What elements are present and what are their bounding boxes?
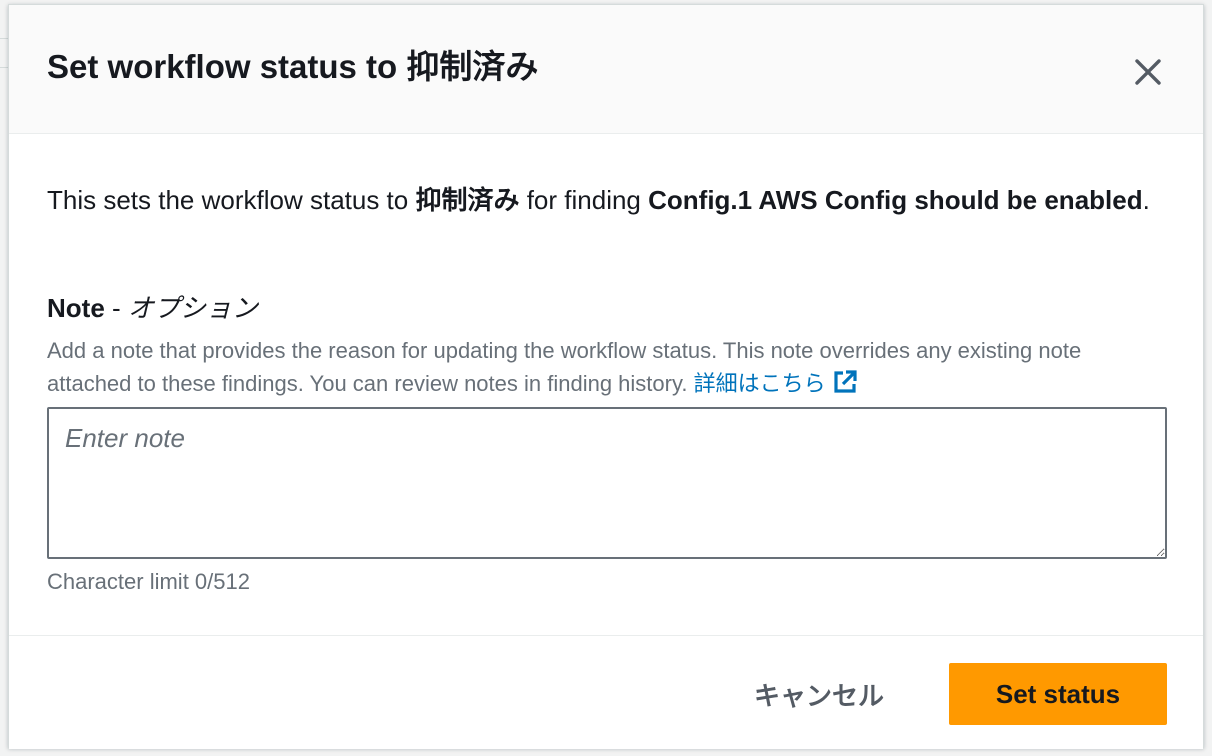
intro-prefix: This sets the workflow status to	[47, 185, 416, 215]
finding-name: Config.1 AWS Config should be enabled	[648, 185, 1143, 215]
status-value: 抑制済み	[415, 185, 520, 215]
character-limit-text: Character limit 0/512	[47, 569, 250, 594]
dialog-footer: キャンセル Set status	[9, 635, 1203, 749]
close-button[interactable]	[1121, 45, 1175, 99]
external-link-icon	[833, 370, 857, 393]
background-divider	[0, 38, 8, 39]
description-text: Add a note that provides the reason for …	[47, 338, 1082, 396]
optional-label: オプション	[127, 293, 258, 323]
intro-suffix: .	[1142, 185, 1150, 215]
cancel-button[interactable]: キャンセル	[725, 663, 913, 725]
label-separator: -	[104, 293, 128, 323]
intro-middle: for finding	[519, 185, 649, 215]
dialog-body: This sets the workflow status to 抑制済み fo…	[9, 134, 1203, 634]
dialog-title: Set workflow status to 抑制済み	[47, 48, 539, 85]
note-field-label: Note - オプション	[47, 288, 258, 328]
background-divider	[0, 67, 8, 68]
set-status-button[interactable]: Set status	[949, 663, 1167, 725]
set-workflow-status-dialog: Set workflow status to 抑制済み This sets th…	[8, 4, 1204, 749]
close-icon	[1135, 59, 1161, 85]
dialog-header: Set workflow status to 抑制済み	[9, 5, 1203, 134]
learn-more-link[interactable]: 詳細はこちら	[693, 370, 858, 396]
learn-more-link-label: 詳細はこちら	[693, 371, 826, 396]
note-field-description: Add a note that provides the reason for …	[47, 334, 1167, 400]
dialog-intro-text: This sets the workflow status to 抑制済み fo…	[47, 178, 1157, 222]
note-label: Note	[47, 293, 105, 323]
note-input[interactable]	[47, 407, 1167, 559]
